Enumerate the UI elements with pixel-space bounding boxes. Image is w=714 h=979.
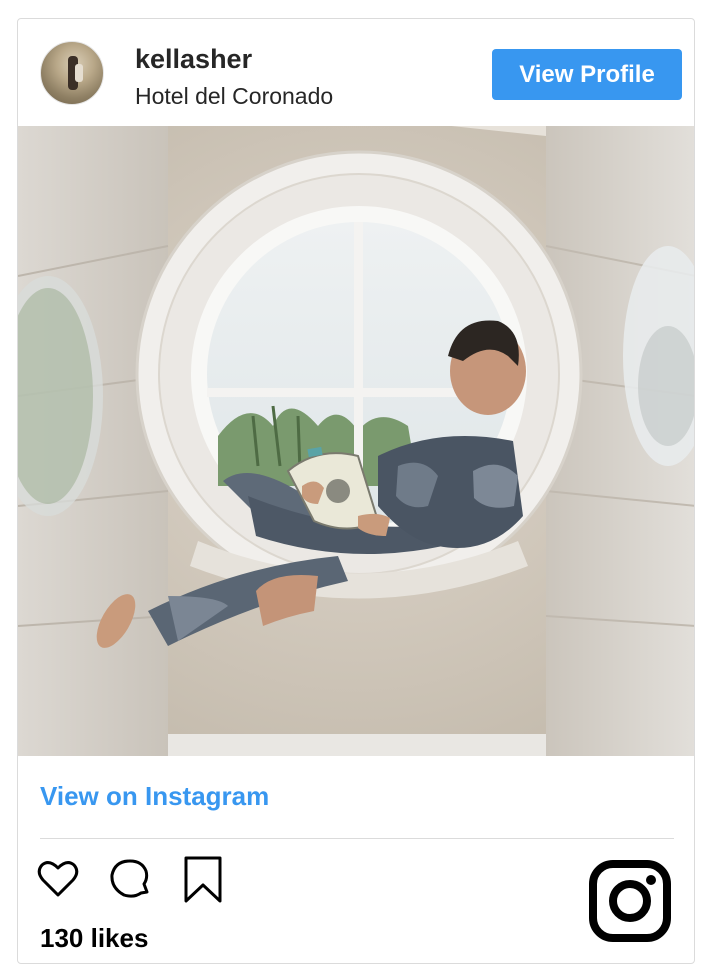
post-photo[interactable] — [18, 126, 694, 756]
avatar[interactable] — [40, 41, 104, 105]
bookmark-icon[interactable] — [182, 855, 224, 905]
likes-count: 130 likes — [40, 923, 149, 953]
heart-icon[interactable] — [34, 855, 82, 903]
instagram-logo-icon[interactable] — [588, 859, 672, 943]
view-profile-button[interactable]: View Profile — [492, 49, 682, 100]
avatar-figure-child — [75, 64, 83, 82]
location-link[interactable]: Hotel del Coronado — [135, 83, 333, 110]
post-header: kellasher Hotel del Coronado View Profil… — [18, 19, 694, 126]
photo-illustration — [18, 126, 694, 756]
comment-icon[interactable] — [106, 855, 154, 903]
divider — [40, 838, 674, 839]
view-on-instagram-link[interactable]: View on Instagram — [40, 781, 269, 812]
instagram-embed-card: kellasher Hotel del Coronado View Profil… — [17, 18, 695, 964]
username-link[interactable]: kellasher — [135, 44, 252, 75]
